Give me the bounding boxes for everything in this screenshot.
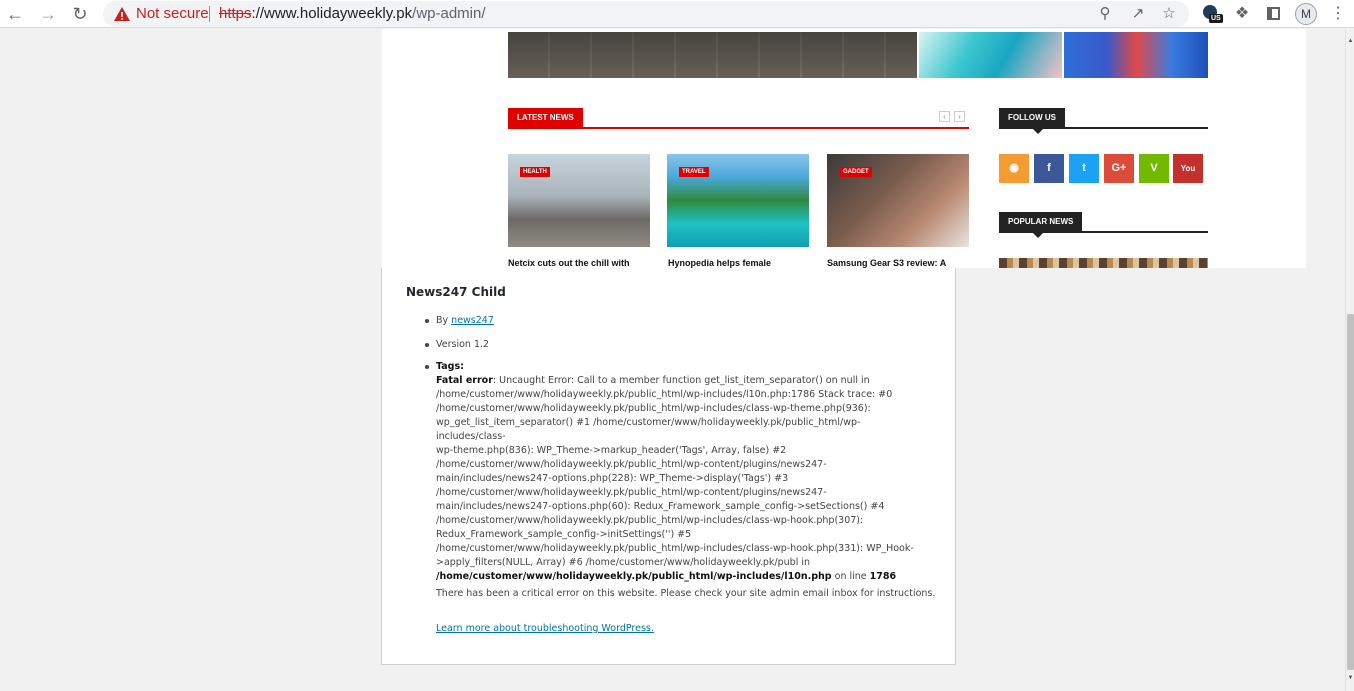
page-scrollbar[interactable]: ▲ ▼ xyxy=(1345,29,1354,691)
theme-name-heading: News247 Child xyxy=(406,285,506,299)
url-text[interactable]: https://www.holidayweekly.pk/wp-admin/ xyxy=(219,5,486,22)
rss-icon[interactable]: ◉ xyxy=(999,154,1029,183)
address-bar[interactable]: Not secure https://www.holidayweekly.pk/… xyxy=(103,1,1189,27)
latest-news-label: LATEST NEWS xyxy=(508,108,583,129)
facebook-icon[interactable]: f xyxy=(1034,154,1064,183)
not-secure-label[interactable]: Not secure xyxy=(136,5,209,22)
share-icon[interactable]: ↗ xyxy=(1129,5,1147,23)
category-tag[interactable]: HEALTH xyxy=(520,167,550,177)
fatal-error-label: Fatal error xyxy=(436,375,493,386)
popular-news-image[interactable] xyxy=(999,258,1208,268)
category-tag[interactable]: GADGET xyxy=(840,167,872,177)
url-path: /wp-admin/ xyxy=(412,5,486,22)
bookmark-star-icon[interactable]: ☆ xyxy=(1160,5,1178,23)
tags-label: Tags: xyxy=(436,361,464,372)
fatal-error-file: /home/customer/www/holidayweekly.pk/publ… xyxy=(436,571,832,582)
scrollbar-thumb[interactable] xyxy=(1347,314,1354,670)
twitter-icon[interactable]: t xyxy=(1069,154,1099,183)
side-panel-icon[interactable] xyxy=(1263,4,1283,24)
featured-image-beach[interactable] xyxy=(919,32,1062,78)
author-prefix: By xyxy=(436,315,452,326)
news-title-link[interactable]: Hynopedia helps female xyxy=(668,258,771,268)
popular-news-label: POPULAR NEWS xyxy=(999,212,1083,238)
popular-news-header: POPULAR NEWS xyxy=(999,212,1208,238)
version-item: Version 1.2 xyxy=(423,338,923,352)
critical-error-message: There has been a critical error on this … xyxy=(436,588,936,599)
latest-news-header: LATEST NEWS ‹ › xyxy=(508,108,969,129)
googleplus-icon[interactable]: G+ xyxy=(1104,154,1134,183)
zoom-icon[interactable]: ⚲ xyxy=(1096,5,1114,23)
theme-details-list: By news247 Version 1.2 Tags: Fatal error… xyxy=(423,314,923,584)
omnibox-divider xyxy=(209,6,210,22)
vpn-extension-icon[interactable]: US xyxy=(1200,4,1223,24)
scroll-down-arrow-icon[interactable]: ▼ xyxy=(1347,674,1354,682)
vine-icon[interactable]: V xyxy=(1139,154,1169,183)
author-item: By news247 xyxy=(423,314,923,328)
forward-arrow-icon[interactable]: → xyxy=(37,3,59,25)
browser-toolbar: ← → ↻ Not secure https://www.holidayweek… xyxy=(0,0,1354,28)
news-title-link[interactable]: Netcix cuts out the chill with xyxy=(508,258,630,268)
profile-avatar[interactable]: M xyxy=(1295,3,1317,25)
next-arrow-icon[interactable]: › xyxy=(954,111,965,122)
follow-us-header: FOLLOW US xyxy=(999,108,1208,134)
on-line-text: on line xyxy=(831,571,870,582)
line-number: 1786 xyxy=(869,571,897,582)
vpn-country-badge: US xyxy=(1209,14,1223,23)
back-arrow-icon[interactable]: ← xyxy=(4,3,26,25)
extensions-puzzle-icon[interactable]: ❖ xyxy=(1232,4,1252,24)
troubleshooting-link[interactable]: Learn more about troubleshooting WordPre… xyxy=(436,623,654,634)
news-title-link[interactable]: Samsung Gear S3 review: A xyxy=(827,258,946,268)
featured-image-pavement[interactable] xyxy=(508,32,917,78)
fatal-error-message: Fatal error: Uncaught Error: Call to a m… xyxy=(436,374,923,584)
url-host: ://www.holidayweekly.pk xyxy=(251,5,413,22)
youtube-icon[interactable]: You xyxy=(1173,154,1203,183)
reload-icon[interactable]: ↻ xyxy=(69,3,91,25)
url-scheme: https xyxy=(219,5,252,22)
author-link[interactable]: news247 xyxy=(451,315,494,326)
tags-item: Tags: Fatal error: Uncaught Error: Call … xyxy=(423,360,923,584)
follow-us-label: FOLLOW US xyxy=(999,108,1065,134)
warning-icon[interactable] xyxy=(113,5,131,23)
scroll-up-arrow-icon[interactable]: ▲ xyxy=(1347,37,1354,45)
menu-kebab-icon[interactable]: ⋮ xyxy=(1328,4,1348,24)
fatal-error-text: : Uncaught Error: Call to a member funct… xyxy=(436,375,914,568)
prev-arrow-icon[interactable]: ‹ xyxy=(939,111,950,122)
featured-image-bands[interactable] xyxy=(1064,32,1208,78)
category-tag[interactable]: TRAVEL xyxy=(679,167,709,177)
